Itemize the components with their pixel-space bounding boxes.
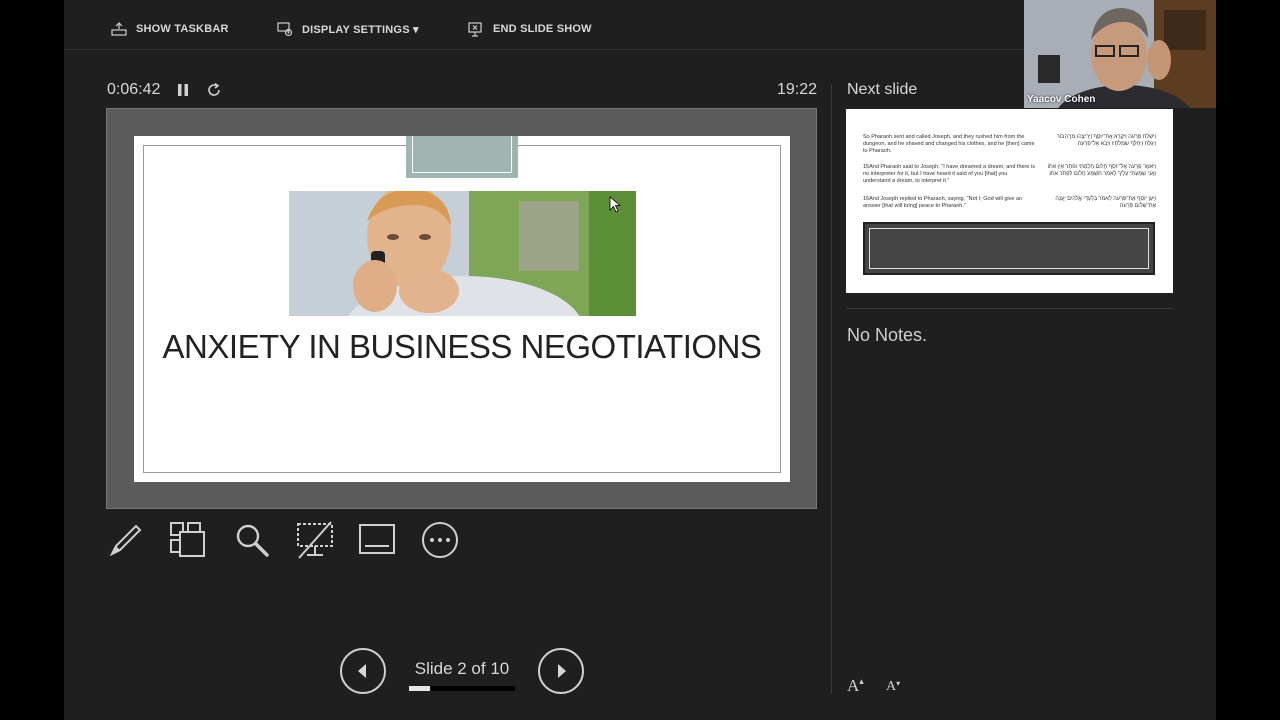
next-slide-hebrew-1: וַיִּשְׁלַח פַּרְעֹה וַיִּקְרָא אֶת־יוֹס… bbox=[1056, 134, 1156, 147]
slide-progress-bar bbox=[409, 686, 515, 691]
end-show-icon bbox=[468, 22, 482, 37]
current-time: 19:22 bbox=[777, 81, 818, 98]
next-slide-button[interactable] bbox=[538, 648, 584, 694]
next-arrow-icon bbox=[558, 664, 566, 678]
current-slide-frame: ANXIETY IN BUSINESS NEGOTIATIONS bbox=[106, 108, 817, 509]
next-slide-english-2: 15And Pharaoh said to Joseph, "I have dr… bbox=[863, 164, 1035, 184]
photo-illustration bbox=[289, 191, 636, 316]
pause-timer-icon[interactable] bbox=[176, 83, 190, 97]
show-taskbar-button[interactable]: SHOW TASKBAR bbox=[110, 18, 229, 40]
webcam-video: Yaacov Cohen bbox=[1024, 0, 1216, 108]
pen-tool-icon[interactable] bbox=[106, 520, 146, 560]
black-screen-icon[interactable] bbox=[295, 520, 335, 560]
taskbar-icon bbox=[111, 22, 127, 36]
show-taskbar-label: SHOW TASKBAR bbox=[136, 23, 229, 35]
increase-font-button[interactable]: A▴ bbox=[847, 676, 864, 696]
slide-title: ANXIETY IN BUSINESS NEGOTIATIONS bbox=[162, 328, 762, 365]
slide-header-tab bbox=[406, 136, 518, 178]
decrease-font-icon: ▾ bbox=[896, 679, 901, 688]
previous-arrow-icon bbox=[358, 664, 366, 678]
display-settings-label: DISPLAY SETTINGS ▾ bbox=[302, 23, 419, 36]
decrease-font-label: A bbox=[886, 679, 897, 694]
notes-divider bbox=[846, 308, 1173, 309]
presenter-view: SHOW TASKBAR DISPLAY SETTINGS ▾ END SLID… bbox=[64, 0, 1216, 720]
end-slide-show-button[interactable]: END SLIDE SHOW bbox=[467, 18, 592, 40]
webcam-feed bbox=[1024, 0, 1216, 108]
zoom-icon[interactable] bbox=[232, 520, 272, 560]
slide-progress-fill bbox=[409, 686, 431, 691]
next-slide-english-3: 16And Joseph replied to Pharaoh, saying,… bbox=[863, 196, 1023, 209]
restart-timer-icon[interactable] bbox=[206, 82, 222, 98]
display-settings-icon bbox=[277, 22, 293, 37]
pane-divider[interactable] bbox=[831, 84, 832, 694]
more-options-icon[interactable] bbox=[420, 520, 460, 560]
current-slide[interactable]: ANXIETY IN BUSINESS NEGOTIATIONS bbox=[134, 136, 790, 482]
next-slide-hebrew-3: וַיַּעַן יוֹסֵף אֶת־פַּרְעֹה לֵאמֹר בִּל… bbox=[1055, 196, 1156, 209]
next-slide-thumbnail[interactable]: So Pharaoh sent and called Joseph, and t… bbox=[846, 109, 1173, 293]
next-slide-label: Next slide bbox=[847, 81, 918, 98]
increase-font-icon: ▴ bbox=[859, 676, 864, 686]
speaker-notes: No Notes. bbox=[847, 325, 928, 345]
increase-font-label: A bbox=[847, 676, 860, 695]
next-slide-hebrew-2: וַיֹּאמֶר פַּרְעֹה אֶל־יוֹסֵף חֲלוֹם חָל… bbox=[1047, 164, 1156, 177]
participant-name: Yaacov Cohen bbox=[1027, 94, 1096, 105]
previous-slide-button[interactable] bbox=[340, 648, 386, 694]
subtitles-icon[interactable] bbox=[357, 520, 397, 560]
anxious-man-photo bbox=[289, 191, 636, 316]
next-slide-english-1: So Pharaoh sent and called Joseph, and t… bbox=[863, 134, 1035, 154]
display-settings-button[interactable]: DISPLAY SETTINGS ▾ bbox=[276, 18, 419, 40]
decrease-font-button[interactable]: A▾ bbox=[886, 679, 900, 695]
mouse-cursor-icon bbox=[609, 196, 621, 213]
end-slide-show-label: END SLIDE SHOW bbox=[493, 23, 592, 35]
see-all-slides-icon[interactable] bbox=[168, 520, 208, 560]
elapsed-timer: 0:06:42 bbox=[107, 81, 161, 98]
next-slide-footer-bar bbox=[863, 222, 1155, 275]
slide-counter[interactable]: Slide 2 of 10 bbox=[409, 659, 515, 679]
